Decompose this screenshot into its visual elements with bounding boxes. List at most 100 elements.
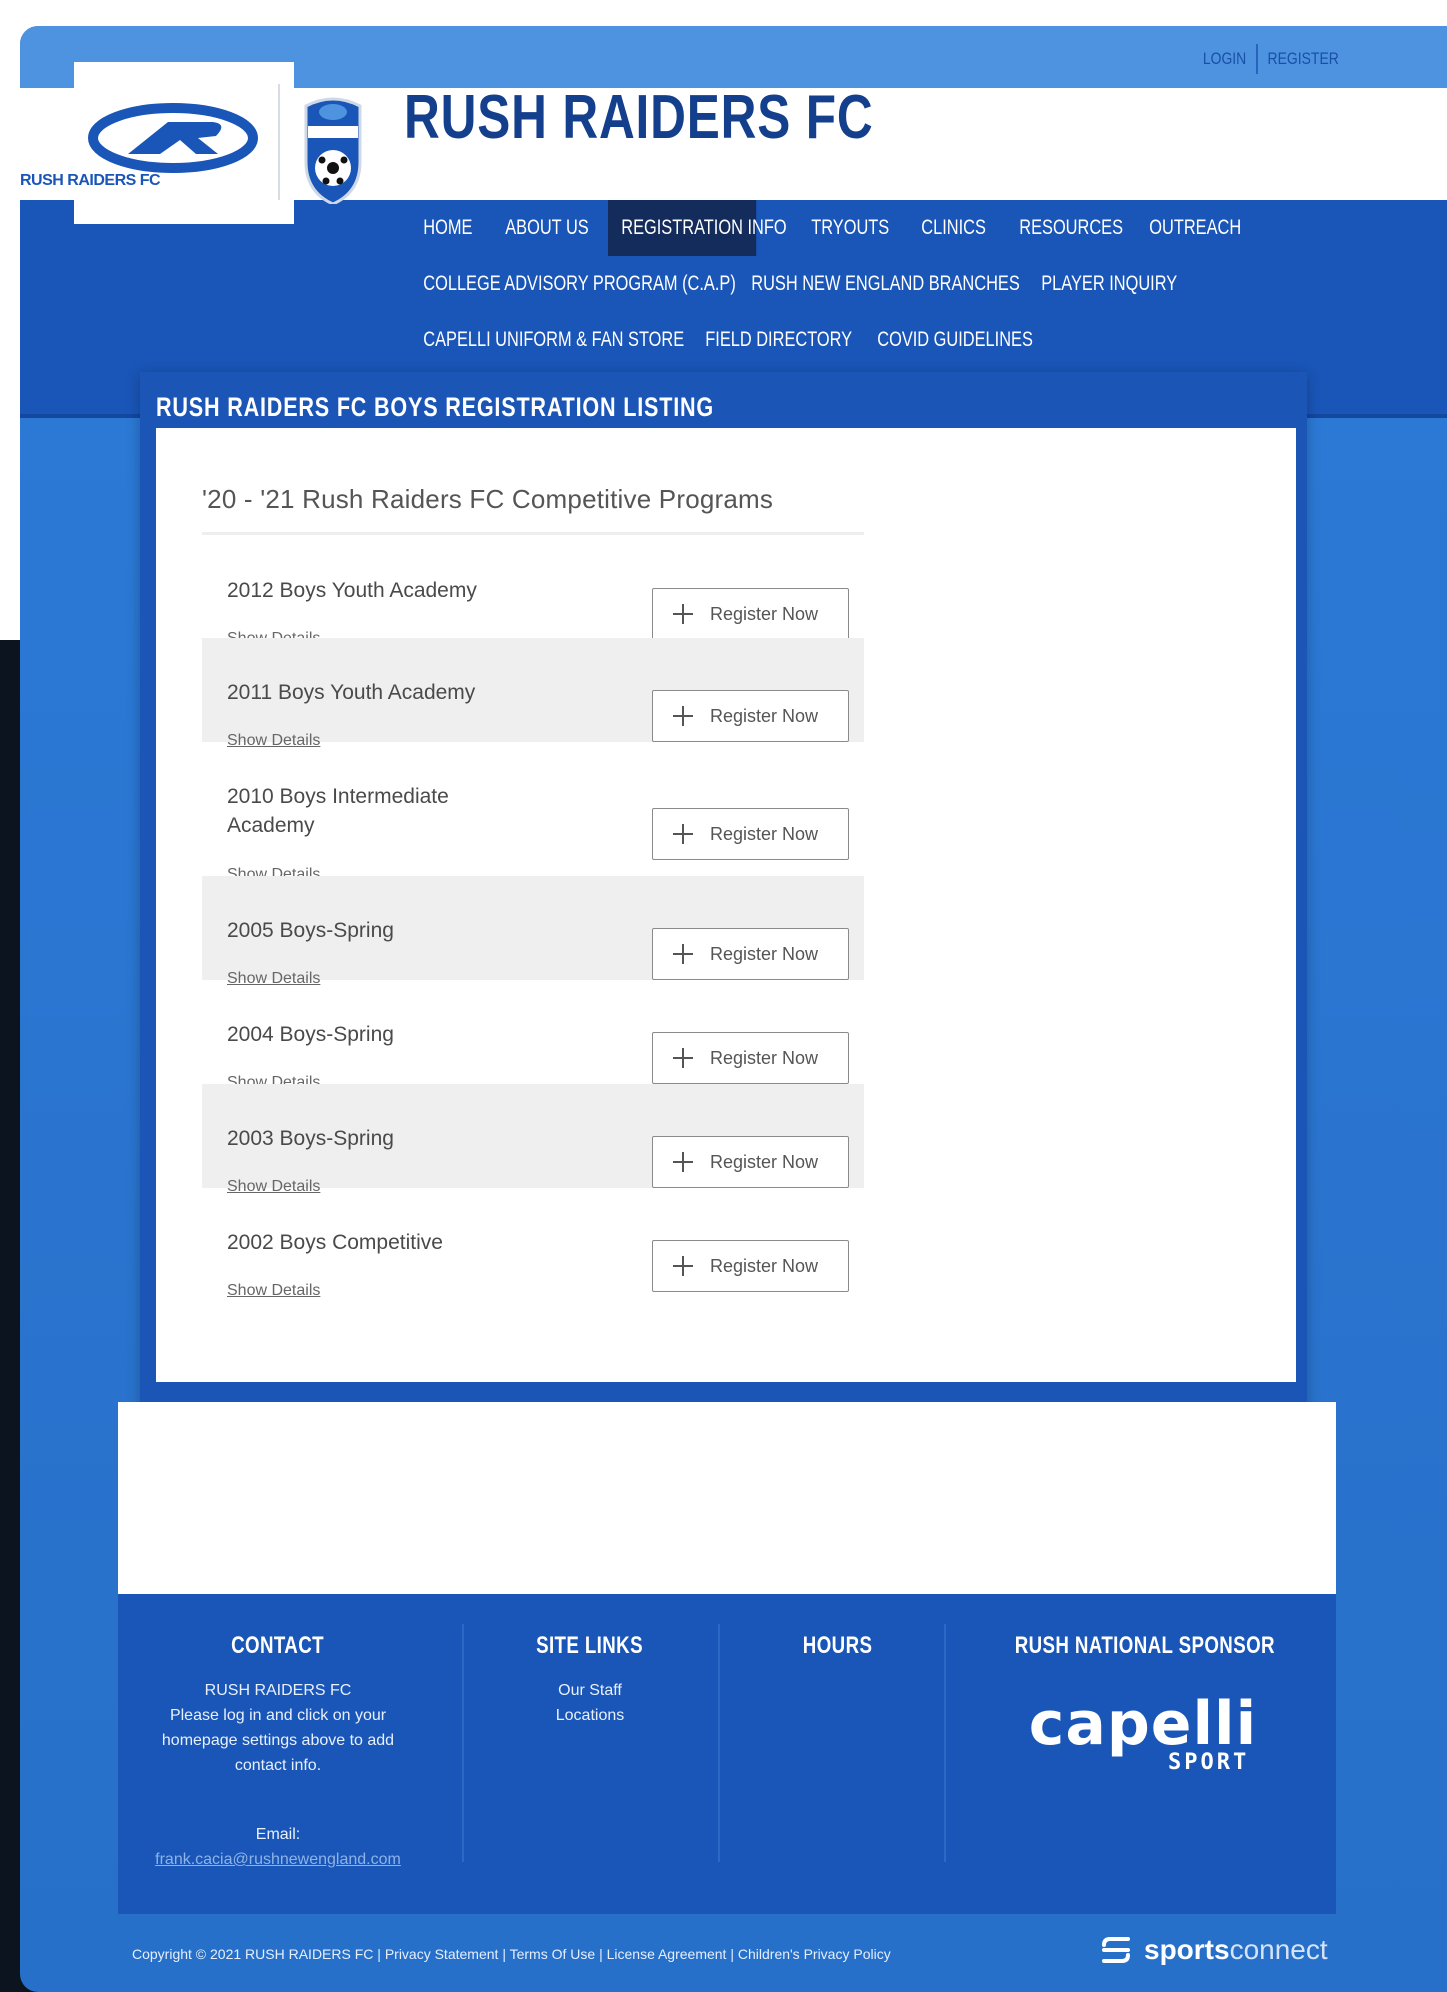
capelli-sport-logo[interactable]: capelli SPORT [978,1694,1308,1784]
footer-divider [944,1624,946,1862]
register-button-label: Register Now [710,943,819,964]
registration-item: 2003 Boys-Spring Show Details Register N… [202,1084,864,1195]
main-nav-row-2: COLLEGE ADVISORY PROGRAM (C.A.P) RUSH NE… [410,256,1198,312]
footer-contact-message: Please log in and click on your homepage… [161,1707,395,1774]
register-now-button[interactable]: Register Now [652,1136,849,1188]
footer-site-links: SITE LINKS Our Staff Locations [490,1632,690,1728]
nav-about-us[interactable]: ABOUT US [492,200,588,256]
registration-name: 2012 Boys Youth Academy [227,579,477,602]
plus-icon [673,1048,693,1068]
register-now-button[interactable]: Register Now [652,1240,849,1292]
register-button-label: Register Now [710,603,819,624]
rush-logo-icon [88,103,258,173]
club-crest-icon [304,97,362,204]
registration-name: 2003 Boys-Spring [227,1127,394,1150]
childrens-privacy-link[interactable]: Children's Privacy Policy [738,1946,891,1962]
nav-covid-guidelines[interactable]: COVID GUIDELINES [864,312,1033,368]
register-button-label: Register Now [710,823,819,844]
copyright-sep: | [730,1946,738,1962]
blank-content-band [118,1402,1336,1594]
registration-name: 2005 Boys-Spring [227,919,394,942]
utility-divider [1256,44,1258,74]
registration-name: 2004 Boys-Spring [227,1023,394,1046]
privacy-statement-link[interactable]: Privacy Statement [385,1946,499,1962]
register-button-label: Register Now [710,1047,819,1068]
copyright-text: Copyright © 2021 RUSH RAIDERS FC [132,1946,374,1962]
registration-name: 2002 Boys Competitive [227,1231,443,1254]
registration-item: 2004 Boys-Spring Show Details Register N… [202,980,864,1091]
footer-divider [718,1624,720,1862]
plus-icon [673,706,693,726]
register-button-label: Register Now [710,1255,819,1276]
capelli-logo-sub: SPORT [1168,1750,1250,1775]
license-agreement-link[interactable]: License Agreement [607,1946,727,1962]
nav-college-advisory[interactable]: COLLEGE ADVISORY PROGRAM (C.A.P) [410,256,736,312]
group-title: '20 - '21 Rush Raiders FC Competitive Pr… [202,484,774,514]
footer-contact: CONTACT RUSH RAIDERS FC Please log in an… [138,1632,418,1869]
plus-icon [673,944,693,964]
register-link[interactable]: REGISTER [1268,49,1339,69]
footer-divider [462,1624,464,1862]
utility-links: LOGIN REGISTER [1203,44,1339,74]
sports-connect-bold: sports [1144,1934,1230,1965]
register-button-label: Register Now [710,705,819,726]
footer-contact-heading: CONTACT [231,1632,325,1659]
show-details-link[interactable]: Show Details [227,1282,320,1300]
nav-clinics[interactable]: CLINICS [908,200,986,256]
terms-of-use-link[interactable]: Terms Of Use [510,1946,596,1962]
registration-item: 2012 Boys Youth Academy Show Details Reg… [202,536,864,647]
register-now-button[interactable]: Register Now [652,690,849,742]
footer-email-label: Email: [255,1826,301,1843]
register-now-button[interactable]: Register Now [652,808,849,860]
footer-sponsor: RUSH NATIONAL SPONSOR capelli SPORT [978,1632,1308,1784]
nav-tryouts[interactable]: TRYOUTS [798,200,889,256]
nav-registration-info[interactable]: REGISTRATION INFO [608,200,787,256]
footer-hours: HOURS [738,1632,938,1660]
footer-email-link[interactable]: frank.cacia@rushnewengland.com [138,1851,418,1869]
registration-name: 2010 Boys Intermediate Academy [227,785,449,837]
nav-player-inquiry[interactable]: PLAYER INQUIRY [1028,256,1177,312]
footer-link-our-staff[interactable]: Our Staff [490,1678,690,1703]
copyright-sep: | [377,1946,385,1962]
registration-item: 2011 Boys Youth Academy Show Details Reg… [202,638,864,749]
main-nav-row-3: CAPELLI UNIFORM & FAN STORE FIELD DIRECT… [410,312,1044,368]
registration-item: 2005 Boys-Spring Show Details Register N… [202,876,864,987]
plus-icon [673,1152,693,1172]
footer-hours-heading: HOURS [803,1632,873,1659]
footer: CONTACT RUSH RAIDERS FC Please log in an… [118,1594,1336,1914]
register-now-button[interactable]: Register Now [652,928,849,980]
footer-club-name: RUSH RAIDERS FC [204,1682,352,1699]
registration-item: 2010 Boys Intermediate Academy Show Deta… [202,742,864,883]
logo-club-name: RUSH RAIDERS FC [20,172,161,189]
sports-connect-icon [1102,1937,1130,1963]
club-logo[interactable] [74,62,294,224]
footer-site-links-heading: SITE LINKS [536,1632,644,1659]
copyright-sep: | [599,1946,607,1962]
nav-home[interactable]: HOME [410,200,474,256]
copyright-bar: Copyright © 2021 RUSH RAIDERS FC | Priva… [132,1946,891,1962]
nav-field-directory[interactable]: FIELD DIRECTORY [692,312,852,368]
nav-rush-new-england[interactable]: RUSH NEW ENGLAND BRANCHES [738,256,1019,312]
register-now-button[interactable]: Register Now [652,588,849,640]
capelli-logo-text: capelli [1028,1689,1258,1759]
nav-outreach[interactable]: OUTREACH [1136,200,1241,256]
main-nav-row-1: HOME ABOUT US REGISTRATION INFO TRYOUTS … [410,200,1260,256]
site-title: RUSH RAIDERS FC [404,83,874,152]
register-now-button[interactable]: Register Now [652,1032,849,1084]
sports-connect-logo[interactable]: sportsconnect [1098,1934,1328,1966]
login-link[interactable]: LOGIN [1203,49,1246,69]
footer-link-locations[interactable]: Locations [490,1703,690,1728]
logo-divider [278,84,280,200]
sports-connect-light: connect [1229,1934,1328,1965]
plus-icon [673,604,693,624]
plus-icon [673,824,693,844]
registration-name: 2011 Boys Youth Academy [227,681,476,704]
copyright-sep: | [502,1946,510,1962]
registration-item: 2002 Boys Competitive Show Details Regis… [202,1188,864,1299]
nav-capelli-store[interactable]: CAPELLI UNIFORM & FAN STORE [410,312,684,368]
listing-title: RUSH RAIDERS FC BOYS REGISTRATION LISTIN… [156,392,715,422]
registration-list: 2012 Boys Youth Academy Show Details Reg… [202,536,864,1299]
register-button-label: Register Now [710,1151,819,1172]
group-divider [202,532,864,535]
nav-resources[interactable]: RESOURCES [1006,200,1123,256]
